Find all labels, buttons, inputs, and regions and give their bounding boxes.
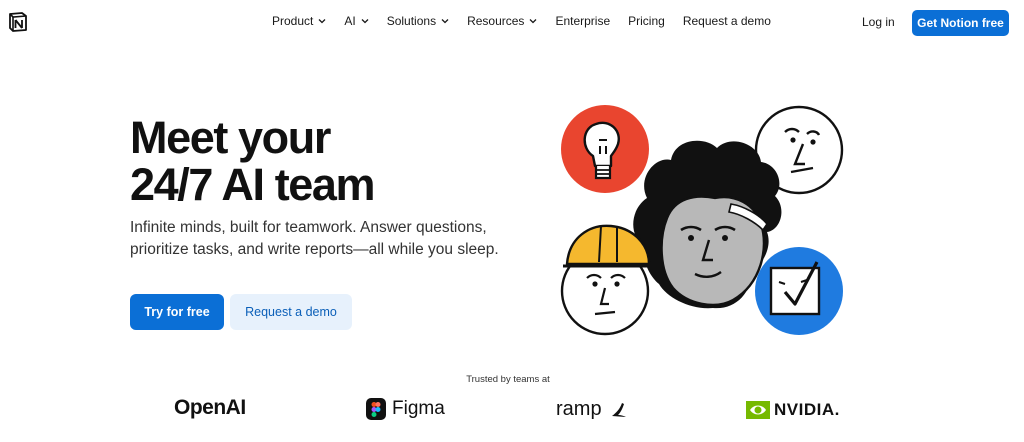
nav-item-pricing[interactable]: Pricing [628,14,665,28]
nav-item-solutions[interactable]: Solutions [387,14,449,28]
figma-logo: Figma [366,398,445,420]
request-demo-button[interactable]: Request a demo [230,294,352,330]
try-for-free-button[interactable]: Try for free [130,294,224,330]
nvidia-logo: NVIDIA. [746,400,840,420]
nav-item-label: Enterprise [555,14,611,28]
nav-item-label: Pricing [628,14,665,28]
nav-item-product[interactable]: Product [272,14,326,28]
nav-item-label: AI [344,14,356,28]
nav-item-label: Request a demo [682,14,771,28]
chevron-down-icon [318,19,326,24]
openai-logo-text: OpenAI [174,396,246,419]
top-navigation: Product AI Solutions Resources Enterpris… [0,0,1024,45]
hero-illustration [560,105,844,336]
nav-links: Product AI Solutions Resources Enterpris… [272,14,789,28]
notion-logo-icon[interactable] [7,11,29,33]
hero-title: Meet your 24/7 AI team [130,114,510,208]
get-notion-free-button[interactable]: Get Notion free [912,10,1009,36]
nvidia-eye-icon [746,401,770,419]
figma-logo-text: Figma [392,398,445,419]
trusted-logos: OpenAI Figma ramp NVIDIA. [0,392,1024,432]
nav-item-label: Solutions [386,14,437,28]
hero-title-line-2: 24/7 AI team [130,159,376,210]
chevron-down-icon [529,19,537,24]
login-link[interactable]: Log in [862,15,895,29]
nav-item-resources[interactable]: Resources [467,14,537,28]
ramp-logo-text: ramp [556,398,602,420]
chevron-down-icon [441,19,449,24]
nvidia-logo-text: NVIDIA. [774,400,840,419]
hard-hat-face-icon [560,224,651,336]
figma-icon [366,398,386,420]
chevron-down-icon [361,19,369,24]
checkbox-icon [755,247,843,335]
ramp-mark-icon [611,402,626,417]
hero-title-line-1: Meet your [130,112,331,163]
lightbulb-icon [561,105,649,193]
nav-item-request-demo[interactable]: Request a demo [683,14,771,28]
hero-subtitle: Infinite minds, built for teamwork. Answ… [130,219,499,258]
openai-logo: OpenAI [174,396,246,420]
nav-item-ai[interactable]: AI [344,14,369,28]
ramp-logo: ramp [556,398,628,421]
nav-item-label: Resources [467,14,525,28]
nav-item-enterprise[interactable]: Enterprise [555,14,610,28]
nav-item-label: Product [272,14,314,28]
trusted-by-label: Trusted by teams at [466,374,550,385]
